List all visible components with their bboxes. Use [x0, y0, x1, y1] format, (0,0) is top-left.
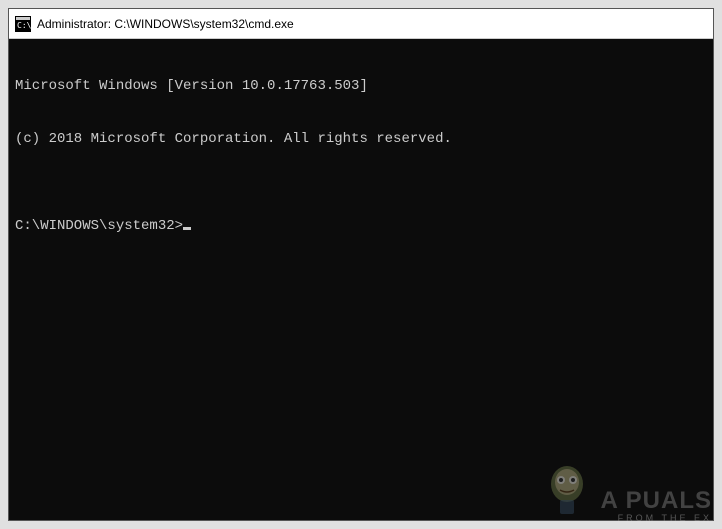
terminal-area[interactable]: Microsoft Windows [Version 10.0.17763.50…: [9, 39, 713, 520]
cmd-window: C:\ Administrator: C:\WINDOWS\system32\c…: [8, 8, 714, 521]
titlebar[interactable]: C:\ Administrator: C:\WINDOWS\system32\c…: [9, 9, 713, 39]
prompt-text: C:\WINDOWS\system32>: [15, 218, 183, 236]
version-line: Microsoft Windows [Version 10.0.17763.50…: [15, 78, 707, 96]
svg-text:C:\: C:\: [17, 21, 31, 30]
window-title: Administrator: C:\WINDOWS\system32\cmd.e…: [37, 17, 294, 31]
cmd-icon: C:\: [15, 16, 31, 32]
prompt-line: C:\WINDOWS\system32>: [15, 218, 707, 236]
copyright-line: (c) 2018 Microsoft Corporation. All righ…: [15, 131, 707, 149]
cursor: [183, 227, 191, 230]
